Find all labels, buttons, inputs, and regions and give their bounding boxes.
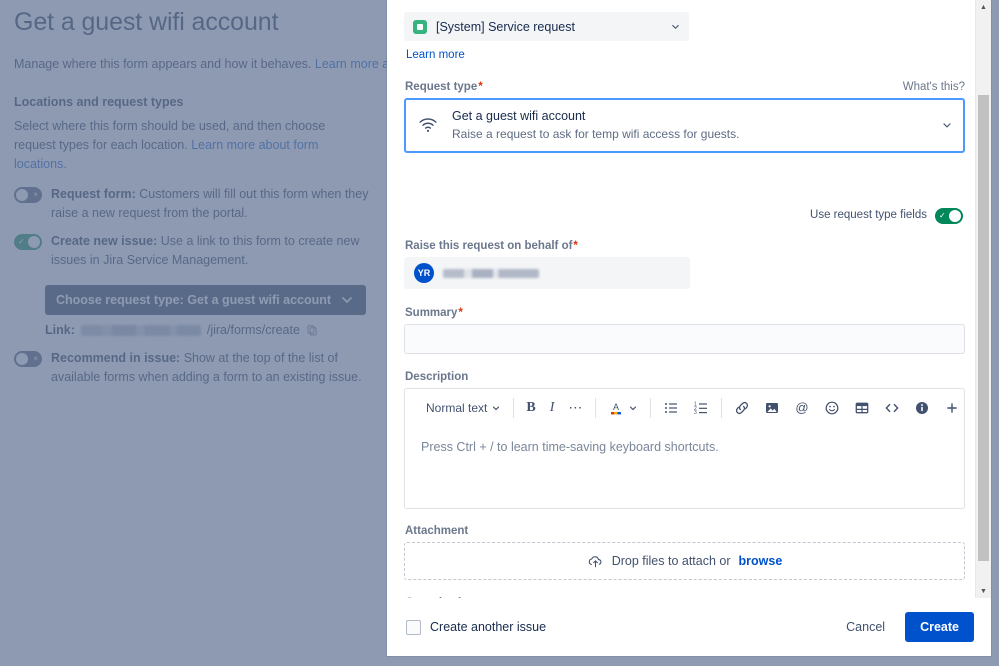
attachment-browse-link[interactable]: browse (739, 554, 783, 568)
table-icon (854, 400, 870, 416)
required-indicator: * (478, 81, 482, 93)
on-behalf-of-label-text: Raise this request on behalf of (405, 240, 572, 252)
chevron-down-icon (628, 403, 638, 413)
description-input[interactable]: Press Ctrl + / to learn time-saving keyb… (405, 426, 964, 508)
svg-text:@: @ (796, 400, 809, 415)
cancel-button[interactable]: Cancel (836, 614, 895, 640)
create-issue-modal: [System] Service request Learn more Requ… (387, 0, 991, 656)
required-indicator: * (573, 240, 577, 252)
text-color-icon: A (608, 400, 624, 416)
mention-button[interactable]: @ (787, 395, 817, 421)
info-panel-button[interactable] (907, 395, 937, 421)
modal-body: [System] Service request Learn more Requ… (404, 0, 975, 598)
create-another-issue-row[interactable]: Create another issue (406, 620, 546, 635)
create-button[interactable]: Create (905, 612, 974, 642)
emoji-icon (824, 400, 840, 416)
svg-text:3: 3 (694, 410, 697, 416)
description-editor: Normal text B I ⋯ A (404, 388, 965, 509)
whats-this-link[interactable]: What's this? (903, 81, 965, 93)
create-another-issue-label: Create another issue (430, 620, 546, 634)
summary-label-text: Summary (405, 307, 457, 319)
avatar: YR (414, 263, 434, 283)
chevron-down-icon (941, 119, 953, 131)
user-name-redacted (443, 269, 539, 278)
request-type-description: Raise a request to ask for temp wifi acc… (452, 127, 927, 141)
bold-button[interactable]: B (519, 395, 542, 421)
toggle-use-request-type-fields[interactable]: ✓ (935, 208, 963, 224)
chevron-down-icon (491, 403, 501, 413)
attachment-label: Attachment (405, 525, 965, 537)
bullet-list-icon (663, 400, 679, 416)
use-request-type-fields-label: Use request type fields (810, 209, 927, 221)
summary-label: Summary* (405, 307, 965, 319)
required-indicator: * (458, 307, 462, 319)
link-icon (734, 400, 750, 416)
modal-footer: Create another issue Cancel Create (387, 598, 991, 656)
chevron-down-icon (964, 403, 965, 413)
request-type-info: Get a guest wifi account Raise a request… (452, 109, 927, 141)
toolbar-divider (513, 398, 514, 418)
project-icon (413, 20, 427, 34)
learn-more-link[interactable]: Learn more (406, 49, 465, 61)
insert-more-button[interactable] (937, 395, 965, 421)
plus-icon (944, 400, 960, 416)
toolbar-divider (721, 398, 722, 418)
project-select-value: [System] Service request (436, 20, 575, 34)
on-behalf-of-field[interactable]: YR (404, 257, 690, 289)
toolbar-divider (595, 398, 596, 418)
text-color-button[interactable]: A (601, 395, 645, 421)
image-icon (764, 400, 780, 416)
request-type-label: Request type* (405, 81, 483, 93)
bullet-list-button[interactable] (656, 395, 686, 421)
code-icon (884, 400, 900, 416)
editor-toolbar: Normal text B I ⋯ A (405, 389, 964, 426)
request-type-label-text: Request type (405, 81, 477, 93)
numbered-list-button[interactable]: 1 2 3 (686, 395, 716, 421)
request-type-label-row: Request type* What's this? (405, 81, 965, 93)
mention-icon: @ (794, 400, 810, 416)
upload-cloud-icon (587, 553, 604, 570)
create-another-issue-checkbox[interactable] (406, 620, 421, 635)
info-panel-icon (914, 400, 930, 416)
text-style-label: Normal text (426, 401, 487, 415)
emoji-button[interactable] (817, 395, 847, 421)
table-button[interactable] (847, 395, 877, 421)
chevron-down-icon (670, 21, 681, 32)
attachment-dropzone[interactable]: Drop files to attach or browse (404, 542, 965, 580)
project-select[interactable]: [System] Service request (404, 12, 689, 41)
organizations-label: Organizations (405, 597, 965, 598)
summary-input[interactable] (404, 324, 965, 354)
text-style-dropdown[interactable]: Normal text (419, 395, 508, 421)
request-type-title: Get a guest wifi account (452, 109, 927, 123)
italic-button[interactable]: I (543, 395, 562, 421)
on-behalf-of-label: Raise this request on behalf of* (405, 240, 965, 252)
scrollbar-up-arrow[interactable]: ▲ (976, 0, 991, 14)
code-button[interactable] (877, 395, 907, 421)
modal-scroll-area: [System] Service request Learn more Requ… (387, 0, 991, 598)
svg-text:A: A (613, 402, 619, 412)
scrollbar-thumb[interactable] (978, 95, 989, 561)
modal-scrollbar[interactable]: ▲ ▼ (975, 0, 991, 598)
toggle-knob (949, 210, 961, 222)
attachment-drop-text: Drop files to attach or (612, 554, 731, 568)
request-type-select[interactable]: Get a guest wifi account Raise a request… (404, 98, 965, 153)
use-request-type-fields-row: Use request type fields ✓ (404, 206, 963, 224)
link-button[interactable] (727, 395, 757, 421)
toggle-on-mark: ✓ (939, 209, 946, 223)
scrollbar-down-arrow[interactable]: ▼ (976, 584, 991, 598)
numbered-list-icon: 1 2 3 (693, 400, 709, 416)
description-label: Description (405, 371, 965, 383)
wifi-icon (418, 115, 438, 135)
image-button[interactable] (757, 395, 787, 421)
more-formatting-button[interactable]: ⋯ (561, 395, 590, 421)
toolbar-divider (650, 398, 651, 418)
